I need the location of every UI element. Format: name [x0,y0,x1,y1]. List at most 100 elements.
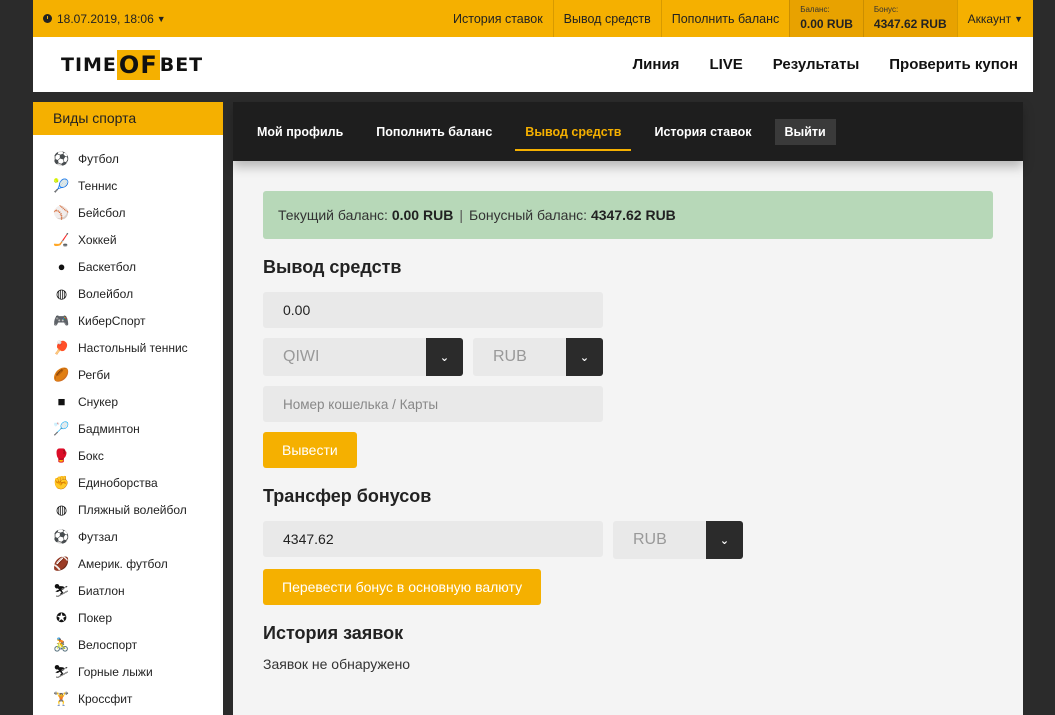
basketball-icon: ● [57,259,66,274]
sidebar-item-sport[interactable]: 🏈 Америк. футбол [33,550,223,577]
balance-separator: | [459,207,463,223]
top-bar: 18.07.2019, 18:06 ▼ История ставок Вывод… [33,0,1033,37]
transfer-title: Трансфер бонусов [263,486,432,506]
nav-results[interactable]: Результаты [758,56,874,73]
ping-pong-icon: 🏓 [53,339,70,355]
top-link-withdraw[interactable]: Вывод средств [552,0,661,37]
hockey-stick-icon: 🏒 [53,231,70,247]
top-link-bet-history[interactable]: История ставок [443,0,553,37]
biathlon-icon: ⛷ [53,582,70,598]
current-balance-label: Текущий баланс: [278,207,388,223]
bicycle-icon: 🚴 [53,636,70,652]
snooker-icon: ■ [57,394,66,409]
sidebar-item-label: Футбол [78,151,119,166]
sidebar-item-sport[interactable]: 🏋 Кроссфит [33,685,223,712]
sidebar-item-sport[interactable]: ⛷ Горные лыжи [33,658,223,685]
soccer-ball-icon: ⚽ [53,150,70,166]
american-football-icon: 🏈 [53,555,70,571]
top-links: История ставок Вывод средств Пополнить б… [443,0,1033,37]
payment-method-select[interactable]: QIWI ⌄ [263,338,463,376]
sidebar-item-sport[interactable]: ✪ Покер [33,604,223,631]
chevron-down-icon: ⌄ [566,338,603,376]
sidebar-item-label: Покер [78,610,113,625]
balance-box: Баланс: 0.00 RUB [789,0,863,37]
sidebar-item-label: Снукер [78,394,119,409]
sidebar-item-sport[interactable]: 🏒 Хоккей [33,226,223,253]
sidebar-item-sport[interactable]: 🎾 Теннис [33,172,223,199]
logo-part-1: TIME [61,53,117,76]
withdraw-currency-select[interactable]: RUB ⌄ [473,338,603,376]
main-nav: Линия LIVE Результаты Проверить купон [618,56,1033,73]
sidebar-item-label: Биатлон [78,583,125,598]
sidebar-item-sport[interactable]: ● Баскетбол [33,253,223,280]
sidebar-item-label: Футзал [78,529,118,544]
sidebar-item-sport[interactable]: ⚽ Футзал [33,523,223,550]
transfer-currency-value: RUB [633,531,667,548]
wallet-number-input[interactable]: Номер кошелька / Карты [263,386,603,422]
balance-alert: Текущий баланс: 0.00 RUB | Бонусный бала… [263,191,993,239]
bonus-balance-label: Бонусный баланс: [468,207,588,223]
sidebar-item-sport[interactable]: 🏸 Бадминтон [33,415,223,442]
tab-my-profile[interactable]: Мой профиль [247,102,353,161]
withdraw-amount-input[interactable]: 0.00 [263,292,603,328]
boxing-glove-icon: 🥊 [53,447,70,463]
datetime-dropdown[interactable]: 18.07.2019, 18:06 ▼ [33,12,166,26]
shuttlecock-icon: 🏸 [53,420,70,436]
tab-withdraw[interactable]: Вывод средств [515,102,632,161]
datetime-label: 18.07.2019, 18:06 [57,11,154,26]
sidebar-item-label: Настольный теннис [78,340,188,355]
logo-part-2: OF [116,49,160,80]
main-panel: Мой профиль Пополнить баланс Вывод средс… [233,102,1023,715]
balance-label: Баланс: [800,5,830,14]
bonus-label: Бонус: [873,5,899,14]
sidebar-item-sport[interactable]: 🥊 Бокс [33,442,223,469]
sidebar-item-label: Хоккей [78,232,117,247]
crossfit-icon: 🏋 [53,690,70,706]
transfer-amount-input[interactable]: 4347.62 [263,521,603,557]
payment-method-value: QIWI [283,348,320,365]
tab-deposit[interactable]: Пополнить баланс [366,102,502,161]
top-link-deposit[interactable]: Пополнить баланс [660,0,790,37]
sidebar-item-label: Горные лыжи [78,664,153,679]
bonus-value: 4347.62 RUB [873,17,947,31]
baseball-glove-icon: ⚾ [53,204,70,220]
sidebar-item-sport[interactable]: 🚴 Велоспорт [33,631,223,658]
sidebar-item-sport[interactable]: 🏓 Настольный теннис [33,334,223,361]
tab-bet-history[interactable]: История ставок [644,102,761,161]
account-dropdown[interactable]: Аккаунт ▼ [956,0,1033,37]
transfer-currency-select[interactable]: RUB ⌄ [613,521,743,559]
transfer-submit-button[interactable]: Перевести бонус в основную валюту [263,569,542,605]
account-label: Аккаунт [967,11,1012,26]
clock-icon [43,14,52,23]
sidebar-item-label: Пляжный волейбол [78,502,187,517]
sidebar-item-label: Баскетбол [78,259,136,274]
sidebar-item-sport[interactable]: ⚾ Бейсбол [33,199,223,226]
sidebar-item-label: Бейсбол [78,205,126,220]
sidebar-item-sport[interactable]: ⛷ Биатлон [33,577,223,604]
chevron-down-icon: ▼ [1014,13,1023,24]
withdraw-title: Вывод средств [263,257,402,277]
withdraw-submit-button[interactable]: Вывести [263,432,357,468]
logo-part-3: BET [159,53,204,76]
history-title: История заявок [263,623,404,643]
nav-line[interactable]: Линия [618,56,695,73]
nav-check-coupon[interactable]: Проверить купон [874,56,1033,73]
logout-button[interactable]: Выйти [774,118,836,145]
profile-tabs: Мой профиль Пополнить баланс Вывод средс… [233,102,1023,161]
sidebar-item-sport[interactable]: ◍ Пляжный волейбол [33,496,223,523]
poker-chip-icon: ✪ [56,609,67,625]
sidebar-item-label: Кроссфит [78,691,133,706]
withdraw-selects-row: QIWI ⌄ RUB ⌄ [263,338,993,376]
logo[interactable]: TIME OF BET [61,49,204,80]
sidebar-item-sport[interactable]: ⚽ Футбол [33,145,223,172]
sidebar-item-sport[interactable]: ◍ Волейбол [33,280,223,307]
sidebar-item-sport[interactable]: ✊ Единоборства [33,469,223,496]
sidebar-item-label: Бокс [78,448,104,463]
chevron-down-icon: ▼ [156,13,166,24]
sidebar-item-sport[interactable]: ■ Снукер [33,388,223,415]
sidebar-item-sport[interactable]: 🎮 КиберСпорт [33,307,223,334]
sidebar-item-sport[interactable]: 🏉 Регби [33,361,223,388]
sidebar-item-label: Волейбол [78,286,134,301]
withdraw-currency-value: RUB [493,348,527,365]
nav-live[interactable]: LIVE [694,56,757,73]
